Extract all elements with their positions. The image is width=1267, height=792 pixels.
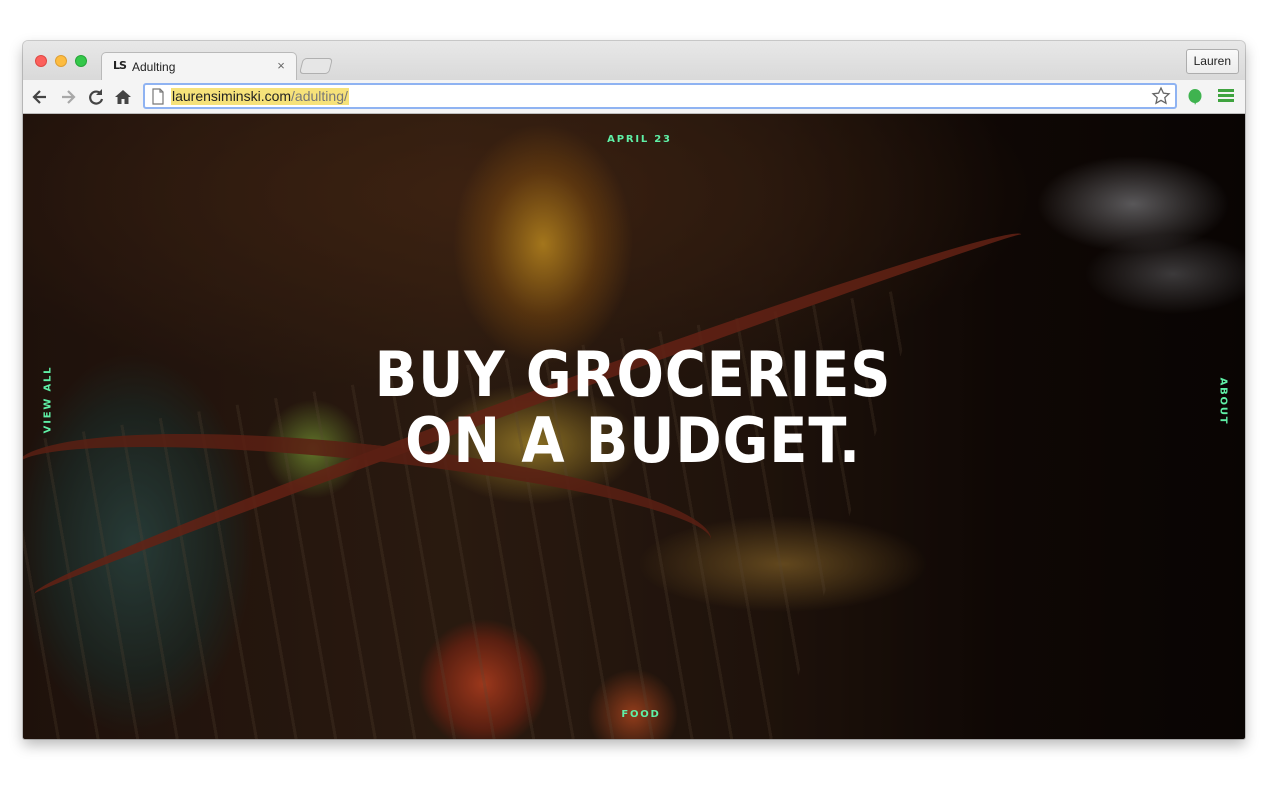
- hero-section: APRIL 23 BUY GROCERIES ON A BUDGET. VIEW…: [23, 114, 1245, 739]
- about-link[interactable]: ABOUT: [1218, 372, 1229, 432]
- address-bar[interactable]: laurensiminski.com/adulting/: [143, 83, 1177, 109]
- hamburger-menu-icon[interactable]: [1218, 89, 1234, 105]
- tab-adulting[interactable]: LS Adulting ×: [101, 52, 297, 81]
- home-icon[interactable]: [113, 87, 133, 107]
- post-date: APRIL 23: [607, 134, 672, 145]
- profile-button[interactable]: Lauren: [1185, 49, 1239, 74]
- tab-strip: LS Adulting × Lauren: [23, 41, 1245, 81]
- star-icon[interactable]: [1151, 86, 1171, 106]
- view-all-link[interactable]: VIEW ALL: [43, 365, 54, 435]
- window-close-button[interactable]: [35, 55, 47, 67]
- url-domain: laurensiminski.com: [172, 88, 292, 104]
- tab-close-icon[interactable]: ×: [274, 58, 288, 74]
- browser-window: LS Adulting × Lauren laurensiminski.com/…: [23, 41, 1245, 739]
- page-icon: [152, 88, 164, 105]
- tab-title: Adulting: [132, 60, 176, 74]
- site-favicon-icon: LS: [113, 59, 126, 72]
- url-text[interactable]: laurensiminski.com/adulting/: [171, 88, 349, 105]
- window-minimize-button[interactable]: [55, 55, 67, 67]
- post-title[interactable]: BUY GROCERIES ON A BUDGET.: [345, 342, 921, 474]
- back-arrow-icon[interactable]: [30, 87, 50, 107]
- url-path: /adulting/: [291, 88, 348, 104]
- evernote-icon[interactable]: [1186, 88, 1204, 106]
- new-tab-button[interactable]: [299, 58, 333, 74]
- window-maximize-button[interactable]: [75, 55, 87, 67]
- reload-icon[interactable]: [86, 87, 106, 107]
- post-category-link[interactable]: FOOD: [23, 709, 1245, 720]
- forward-arrow-icon[interactable]: [58, 87, 78, 107]
- browser-toolbar: laurensiminski.com/adulting/: [23, 80, 1245, 114]
